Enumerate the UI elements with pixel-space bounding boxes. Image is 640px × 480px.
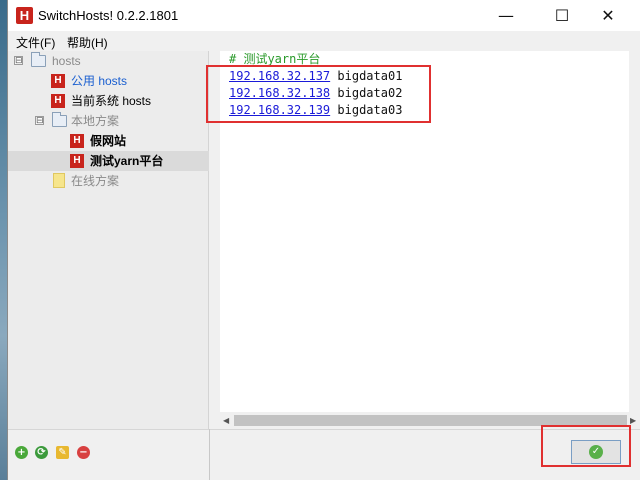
add-icon[interactable]: + xyxy=(15,446,28,459)
tree-root-label: hosts xyxy=(52,54,81,68)
hosts-icon: H xyxy=(70,154,84,168)
online-file-icon xyxy=(53,173,65,188)
folder-icon xyxy=(31,52,46,67)
tree-group-local[interactable]: ⊟ 本地方案 xyxy=(8,111,209,131)
toolbar-divider xyxy=(209,429,210,480)
edit-icon[interactable]: ✎ xyxy=(56,446,69,459)
scroll-left-icon[interactable]: ◀ xyxy=(223,416,229,425)
hosts-tree-sidebar: ⊟ hosts H 公用 hosts H 当前系统 hosts ⊟ 本地方案 H… xyxy=(8,51,209,429)
tree-item-label: 假网站 xyxy=(90,134,127,148)
tree-group-label: 在线方案 xyxy=(71,174,120,188)
delete-icon[interactable]: − xyxy=(77,446,90,459)
maximize-button[interactable]: ☐ xyxy=(539,0,585,31)
collapse-toggle-icon[interactable]: ⊟ xyxy=(14,56,23,65)
refresh-icon[interactable]: ⟳ xyxy=(35,446,48,459)
menu-bar: 文件(F) 帮助(H) xyxy=(8,31,640,51)
hosts-icon: H xyxy=(51,74,65,88)
vertical-scrollbar[interactable] xyxy=(629,51,640,412)
tree-group-label: 本地方案 xyxy=(71,114,120,128)
menu-help[interactable]: 帮助(H) xyxy=(67,34,108,51)
tree-item-label: 公用 hosts xyxy=(71,74,128,88)
tree-item-test-yarn[interactable]: H 测试yarn平台 xyxy=(8,151,209,171)
hosts-icon: H xyxy=(70,134,84,148)
tree-item-public-hosts[interactable]: H 公用 hosts xyxy=(8,71,209,91)
minimize-button[interactable]: — xyxy=(483,0,529,31)
tree-item-fake-site[interactable]: H 假网站 xyxy=(8,131,209,151)
tree-item-label: 测试yarn平台 xyxy=(90,154,164,168)
window-title: SwitchHosts! 0.2.2.1801 xyxy=(38,8,179,23)
hosts-icon: H xyxy=(51,94,65,108)
highlight-box-entries xyxy=(206,65,431,123)
tree-root-hosts[interactable]: ⊟ hosts xyxy=(8,51,209,71)
menu-file[interactable]: 文件(F) xyxy=(16,34,55,51)
close-button[interactable]: ✕ xyxy=(585,0,631,31)
collapse-toggle-icon[interactable]: ⊟ xyxy=(35,116,44,125)
highlight-box-apply xyxy=(541,425,631,467)
app-logo-icon: H xyxy=(16,7,33,24)
scroll-right-icon[interactable]: ▶ xyxy=(630,416,636,425)
title-bar[interactable]: H SwitchHosts! 0.2.2.1801 — ☐ ✕ xyxy=(8,0,640,31)
tree-item-current-system-hosts[interactable]: H 当前系统 hosts xyxy=(8,91,209,111)
tree-group-online[interactable]: 在线方案 xyxy=(8,171,209,191)
folder-icon xyxy=(52,112,67,127)
tree-item-label: 当前系统 hosts xyxy=(71,94,152,108)
